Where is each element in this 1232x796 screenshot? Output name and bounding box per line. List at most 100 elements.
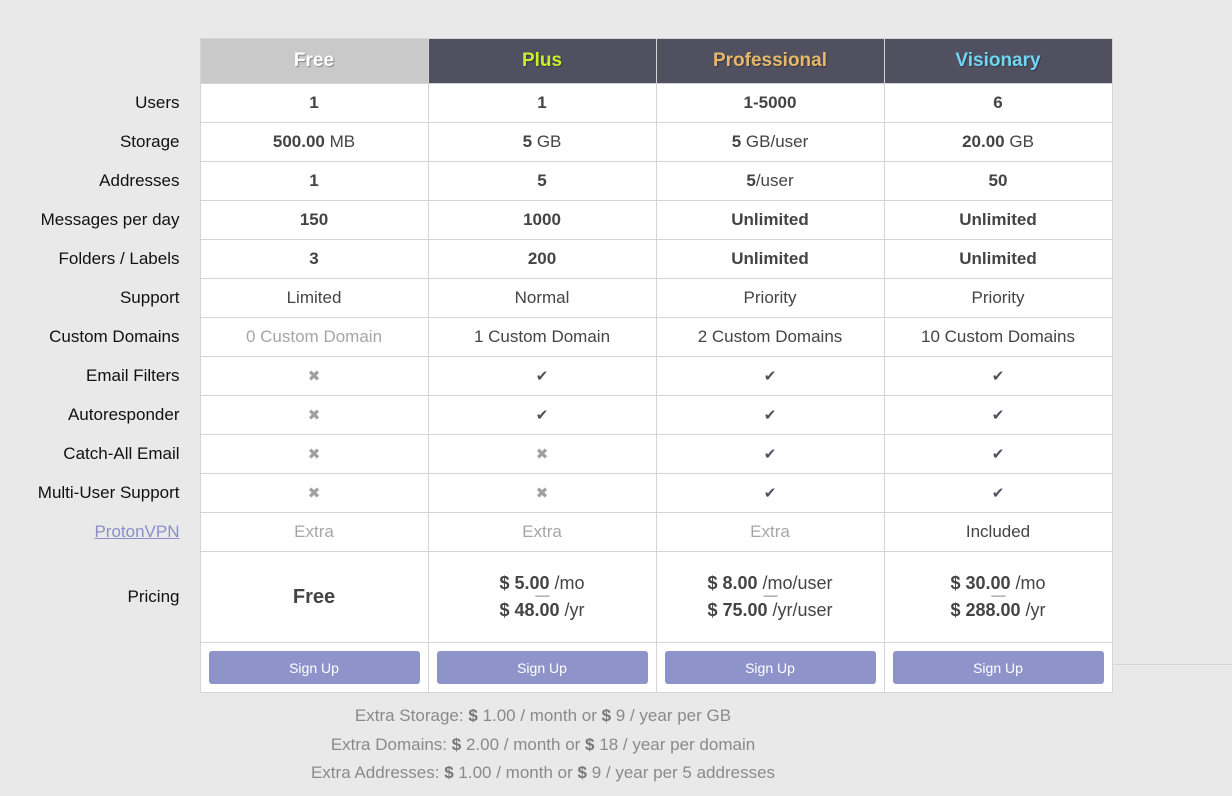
cell-value: ✖ xyxy=(199,473,429,513)
cell-value: 3 xyxy=(199,239,429,279)
value: Unlimited xyxy=(731,210,809,229)
value: 6 xyxy=(993,93,1003,112)
row-label: Autoresponder xyxy=(67,405,180,424)
price-unit: /yr xyxy=(1025,600,1046,620)
cell-value: Unlimited xyxy=(655,200,885,240)
value: 50 xyxy=(988,171,1008,190)
cell-value: 2 Custom Domains xyxy=(655,317,885,357)
currency: $ xyxy=(499,600,510,620)
row-label: ProtonVPN xyxy=(0,513,200,552)
cell-value: 150 xyxy=(199,200,429,240)
cell-value: 5 GB xyxy=(427,122,657,162)
cross-icon: ✖ xyxy=(535,446,549,463)
check-icon: ✔ xyxy=(763,407,777,424)
row-label: Multi-User Support xyxy=(37,483,180,502)
cell-value: 5 GB/user xyxy=(655,122,885,162)
price-value: 48.00 xyxy=(514,600,560,620)
cell-value: 1 Custom Domain xyxy=(427,317,657,357)
price-value: 8.00 xyxy=(722,573,758,593)
cell-value: 1-5000 xyxy=(655,83,885,123)
plan-header-visionary: Visionary xyxy=(883,38,1113,84)
unit: GB/user xyxy=(745,132,809,151)
currency: $ xyxy=(451,734,462,754)
row-email-filters: Email Filters ✖ ✔ ✔ ✔ xyxy=(0,356,1113,396)
value: Unlimited xyxy=(731,249,809,268)
cell-value: Unlimited xyxy=(883,239,1113,279)
divider xyxy=(1114,664,1232,665)
value: 20.00 xyxy=(962,132,1005,151)
signup-button-plus[interactable]: Sign Up xyxy=(436,651,648,684)
currency: $ xyxy=(707,573,718,593)
cell-value: 5 xyxy=(427,161,657,201)
signup-cell: Sign Up xyxy=(427,642,657,693)
unit: /user xyxy=(755,171,794,190)
currency: $ xyxy=(468,706,478,725)
cell-value: Included xyxy=(883,512,1113,552)
row-users: Users 1 1 1-5000 6 xyxy=(0,83,1113,123)
extra-label: Extra Domains: xyxy=(330,734,448,754)
check-icon: ✔ xyxy=(991,485,1005,502)
pricing-table-wrap: Free Plus Professional Visionary Users 1… xyxy=(0,38,1232,693)
value: 150 xyxy=(299,210,329,229)
extra-storage-line: Extra Storage: $ 1.00 / month or $ 9 / y… xyxy=(0,702,1086,731)
plan-name: Plus xyxy=(521,50,563,71)
signup-button-visionary[interactable]: Sign Up xyxy=(892,651,1104,684)
price-cell-free: Free xyxy=(199,551,429,643)
value: 5 xyxy=(746,171,756,190)
cell-value: ✔ xyxy=(883,395,1113,435)
value: 5 xyxy=(731,132,742,151)
extra-text: 18 / year per domain xyxy=(599,734,756,754)
row-messages: Messages per day 150 1000 Unlimited Unli… xyxy=(0,200,1113,240)
row-addresses: Addresses 1 5 5/user 50 xyxy=(0,161,1113,201)
row-label: Users xyxy=(135,93,180,112)
signup-button-free[interactable]: Sign Up xyxy=(208,651,420,684)
plan-name: Professional xyxy=(712,50,828,71)
cell-value: 1000 xyxy=(427,200,657,240)
row-storage: Storage 500.00 MB 5 GB 5 GB/user 20.00 G… xyxy=(0,122,1113,162)
cross-icon: ✖ xyxy=(535,485,549,502)
plan-header-free: Free xyxy=(199,38,429,84)
extra-text: 1.00 / month or xyxy=(482,706,597,725)
value: 1 xyxy=(309,171,319,190)
price-value: 5.00 xyxy=(514,573,550,593)
cell-value: 5/user xyxy=(655,161,885,201)
cell-value: Extra xyxy=(199,512,429,552)
value: 200 xyxy=(527,249,557,268)
cell-value: ✔ xyxy=(883,434,1113,474)
value: 5 xyxy=(522,132,533,151)
row-label: Custom Domains xyxy=(49,327,180,346)
cell-value: ✔ xyxy=(655,356,885,396)
cell-value: 0 Custom Domain xyxy=(199,317,429,357)
cell-value: Unlimited xyxy=(655,239,885,279)
price-cell-visionary: $ 30.00 /mo ------ $ 288.00 /yr xyxy=(883,551,1113,643)
protonvpn-link[interactable]: ProtonVPN xyxy=(94,522,179,541)
cell-value: ✔ xyxy=(655,434,885,474)
cell-value: Limited xyxy=(199,278,429,318)
cell-value: ✖ xyxy=(199,434,429,474)
header-spacer xyxy=(0,39,200,84)
row-support: Support Limited Normal Priority Priority xyxy=(0,278,1113,318)
value: 3 xyxy=(309,249,319,268)
plan-name: Visionary xyxy=(955,50,1041,71)
cell-value: 6 xyxy=(883,83,1113,123)
row-label: Email Filters xyxy=(85,366,180,385)
cell-value: ✖ xyxy=(427,473,657,513)
value: 5 xyxy=(537,171,547,190)
row-autoresponder: Autoresponder ✖ ✔ ✔ ✔ xyxy=(0,395,1113,435)
cross-icon: ✖ xyxy=(307,407,321,424)
signup-cell: Sign Up xyxy=(655,642,885,693)
row-label: Catch-All Email xyxy=(63,444,180,463)
row-folders: Folders / Labels 3 200 Unlimited Unlimit… xyxy=(0,239,1113,279)
value: 500.00 xyxy=(272,132,325,151)
cell-value: 20.00 GB xyxy=(883,122,1113,162)
cell-value: Extra xyxy=(655,512,885,552)
check-icon: ✔ xyxy=(991,446,1005,463)
row-label: Support xyxy=(119,288,180,307)
signup-button-professional[interactable]: Sign Up xyxy=(664,651,876,684)
check-icon: ✔ xyxy=(535,407,549,424)
cell-value: Unlimited xyxy=(883,200,1113,240)
cell-value: 1 xyxy=(427,83,657,123)
check-icon: ✔ xyxy=(763,368,777,385)
cell-value: ✖ xyxy=(427,434,657,474)
cell-value: 50 xyxy=(883,161,1113,201)
